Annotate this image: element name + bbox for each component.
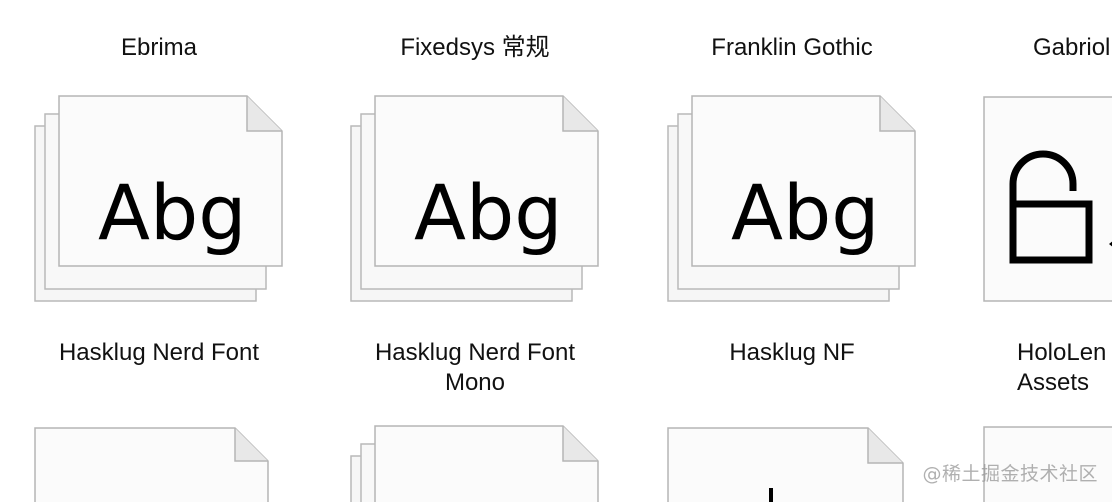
font-name-label: HoloLen Assets: [1017, 339, 1107, 396]
font-name-label: Hasklug Nerd Font: [58, 339, 260, 366]
font-file-stack-icon: Abg: [32, 94, 294, 306]
font-grid: Ebrima Abg Fixedsys 常规 Abg Franklin Goth…: [0, 0, 1112, 502]
font-name-label: Gabriol: [1033, 34, 1111, 61]
font-name-label: Fixedsys 常规: [400, 34, 550, 61]
watermark: @稀土掘金技术社区: [922, 463, 1098, 485]
unlock-icon: [983, 96, 1112, 302]
font-preview-text: Abg: [414, 168, 562, 257]
font-file-stack-icon: [348, 424, 610, 502]
font-file-stack-icon: [32, 425, 294, 502]
font-file-stack-icon: Abg: [665, 94, 927, 306]
font-name-label: Ebrima: [120, 34, 198, 61]
font-file-stack-icon: Abg: [348, 94, 610, 306]
font-name-label: Franklin Gothic: [711, 34, 873, 61]
font-file-icon: [665, 426, 927, 502]
font-name-label: Hasklug NF: [729, 339, 855, 366]
font-preview-text: Abg: [98, 168, 246, 257]
font-preview-text: Abg: [731, 168, 879, 257]
font-name-label: Hasklug Nerd Font Mono: [374, 339, 576, 396]
